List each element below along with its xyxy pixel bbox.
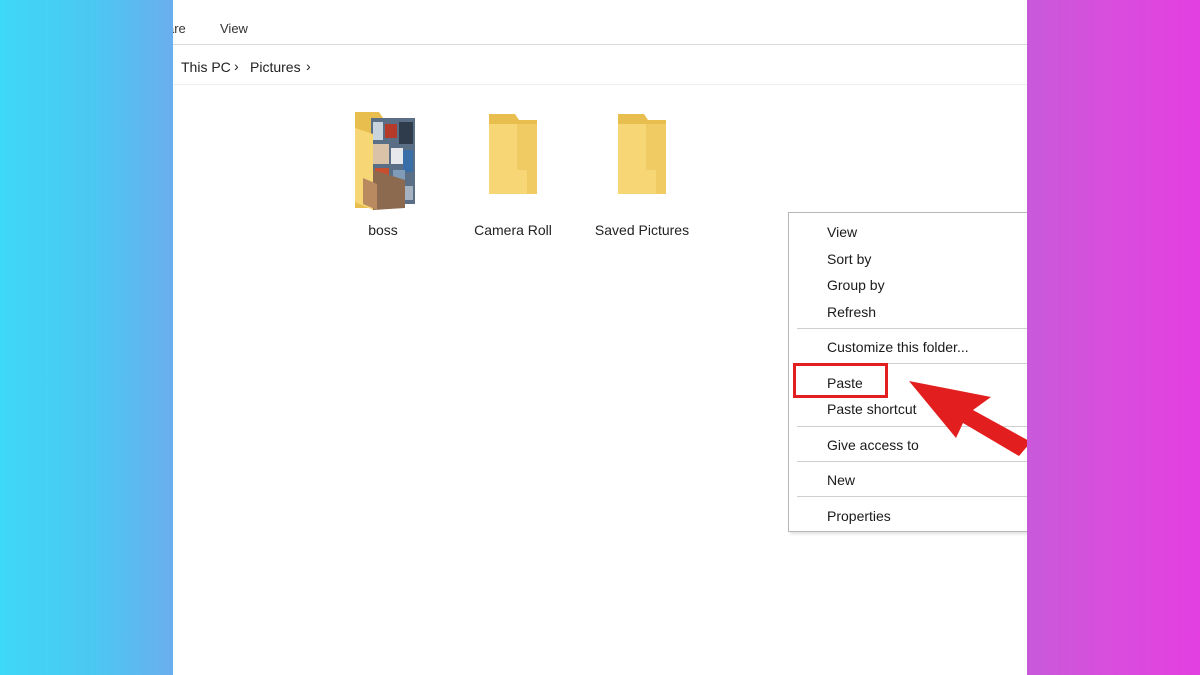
background-right-band bbox=[1027, 0, 1200, 675]
background-left-band bbox=[0, 0, 173, 675]
file-explorer-window: are View This PC › Pictures › boss bbox=[173, 0, 1027, 675]
arrow-icon bbox=[909, 381, 1027, 456]
